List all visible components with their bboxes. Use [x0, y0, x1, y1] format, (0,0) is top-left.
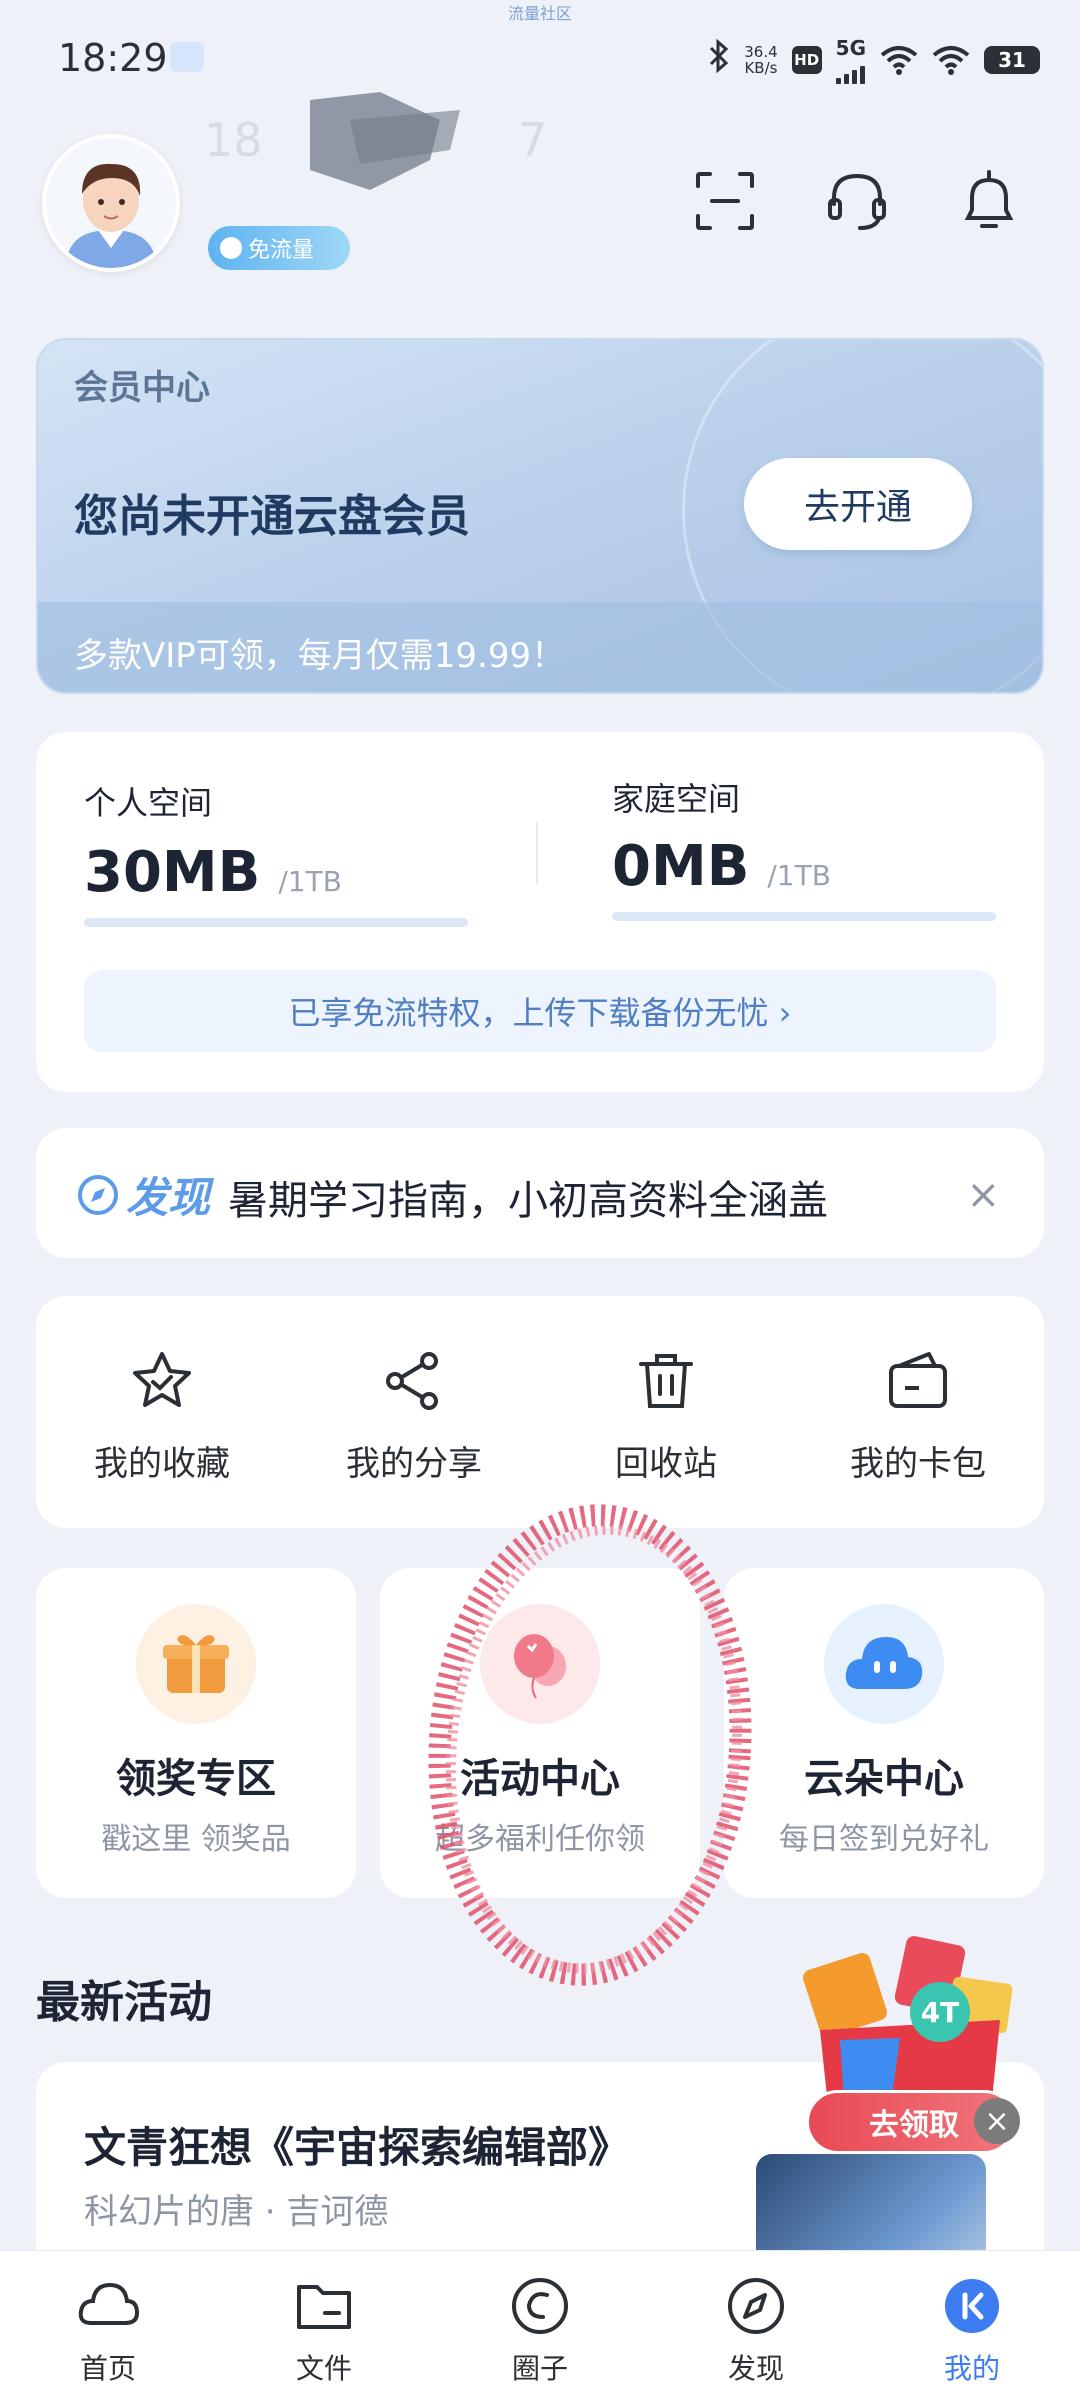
card-wallet-button[interactable]: 我的卡包 — [792, 1296, 1044, 1528]
personal-space-usage: 30MB /1TB — [84, 840, 342, 905]
status-top-label: 流量社区 — [508, 4, 573, 23]
feature-subtitle: 每日签到兑好礼 — [779, 1822, 989, 1857]
nav-label: 发现 — [727, 2352, 784, 2385]
share-icon — [386, 1352, 438, 1410]
shares-button[interactable]: 我的分享 — [288, 1296, 540, 1528]
nav-label: 圈子 — [511, 2352, 568, 2385]
personal-space-label: 个人空间 — [84, 784, 213, 822]
wifi-icon — [880, 46, 918, 75]
close-icon[interactable]: × — [966, 1172, 1000, 1218]
discover-text: 暑期学习指南，小初高资料全涵盖 — [228, 1178, 828, 1224]
nav-files[interactable]: 文件 — [216, 2251, 432, 2400]
tool-label: 我的卡包 — [850, 1444, 986, 1484]
scan-icon[interactable] — [690, 166, 760, 236]
highlight-circle-annotation — [428, 1504, 752, 1986]
nav-home[interactable]: 首页 — [0, 2251, 216, 2400]
free-data-badge[interactable]: 免流量 — [208, 226, 350, 270]
latest-activity-heading: 最新活动 — [36, 1977, 212, 2028]
svg-text:18: 18 — [204, 113, 263, 167]
free-data-banner[interactable]: 已享免流特权，上传下载备份无忧 › — [84, 970, 996, 1052]
storage-card[interactable]: 个人空间 30MB /1TB 家庭空间 0MB /1TB 已享免流特权，上传下载… — [36, 732, 1044, 1092]
open-vip-button[interactable]: 去开通 — [744, 458, 972, 550]
nav-label: 首页 — [79, 2352, 136, 2385]
nav-discover[interactable]: 发现 — [648, 2251, 864, 2400]
rewards-card[interactable]: 领奖专区 戳这里 领奖品 — [36, 1568, 356, 1898]
vip-card[interactable]: 会员中心 您尚未开通云盘会员 去开通 多款VIP可领，每月仅需19.99！ — [36, 338, 1044, 694]
cloud-home-icon — [78, 2282, 140, 2325]
bottom-navigation: 首页 文件 圈子 发现 我的 — [0, 2250, 1080, 2400]
activity-subtitle: 科幻片的唐 · 吉诃德 — [84, 2192, 389, 2232]
discover-card[interactable]: 发现 暑期学习指南，小初高资料全涵盖 × — [36, 1128, 1044, 1258]
nav-label: 我的 — [943, 2352, 1000, 2385]
activity-title: 文青狂想《宇宙探索编辑部》 — [84, 2123, 631, 2172]
droplet-icon — [220, 237, 242, 259]
feature-subtitle: 戳这里 领奖品 — [101, 1822, 291, 1857]
wallet-icon — [889, 1352, 947, 1408]
compass-icon — [78, 1174, 118, 1215]
nav-label: 文件 — [295, 2352, 352, 2385]
folder-icon — [297, 2285, 351, 2329]
badge-label: 免流量 — [248, 238, 315, 263]
bluetooth-icon — [708, 38, 730, 82]
favorites-button[interactable]: 我的收藏 — [36, 1296, 288, 1528]
customer-service-icon[interactable] — [822, 166, 892, 236]
network-speed: 36.4 KB/s — [744, 43, 778, 77]
family-space-value: 0MB — [612, 834, 750, 899]
wifi-icon-secondary — [932, 46, 970, 75]
vip-message: 您尚未开通云盘会员 — [74, 491, 470, 542]
tools-card: 我的收藏 我的分享 回收站 我的卡包 — [36, 1296, 1044, 1528]
circle-icon — [512, 2278, 568, 2334]
vip-title: 会员中心 — [74, 368, 210, 408]
trash-icon — [639, 1354, 693, 1408]
battery-icon: 31 — [984, 46, 1040, 74]
gift-icon — [136, 1604, 256, 1724]
tool-label: 我的分享 — [346, 1444, 482, 1484]
personal-space-bar — [84, 918, 468, 927]
cloud-icon — [824, 1604, 944, 1724]
nav-profile[interactable]: 我的 — [864, 2251, 1080, 2400]
family-space-total: /1TB — [767, 859, 831, 892]
personal-space-value: 30MB — [84, 840, 261, 905]
recycle-bin-button[interactable]: 回收站 — [540, 1296, 792, 1528]
hd-icon: HD — [791, 46, 822, 74]
profile-icon — [945, 2279, 999, 2333]
feature-title: 云朵中心 — [804, 1756, 964, 1802]
storage-divider — [536, 822, 538, 884]
phone-number-masked: 18 7 — [204, 92, 547, 190]
vip-subtitle: 多款VIP可领，每月仅需19.99！ — [74, 636, 566, 676]
svg-text:7: 7 — [518, 113, 547, 167]
discover-label: 发现 — [76, 1164, 210, 1225]
signal-5g-icon: 5G — [835, 36, 866, 84]
nav-circle[interactable]: 圈子 — [432, 2251, 648, 2400]
tool-label: 我的收藏 — [94, 1444, 230, 1484]
avatar-illustration — [46, 138, 176, 268]
family-space-bar — [612, 912, 996, 921]
personal-space-total: /1TB — [278, 865, 342, 898]
app-notification-icon — [170, 42, 204, 72]
promo-tag: 4T — [921, 1996, 960, 2029]
status-icons: 36.4 KB/s HD 5G 31 — [708, 36, 1040, 84]
feature-title: 领奖专区 — [116, 1756, 276, 1802]
status-time: 18:29 — [58, 36, 168, 80]
family-space-usage: 0MB /1TB — [612, 834, 831, 899]
tool-label: 回收站 — [615, 1444, 717, 1484]
bell-icon[interactable] — [954, 166, 1024, 236]
compass-icon — [728, 2278, 784, 2334]
star-icon — [133, 1352, 191, 1407]
close-icon[interactable]: × — [974, 2098, 1020, 2144]
family-space-label: 家庭空间 — [612, 780, 741, 818]
avatar[interactable] — [42, 134, 180, 272]
